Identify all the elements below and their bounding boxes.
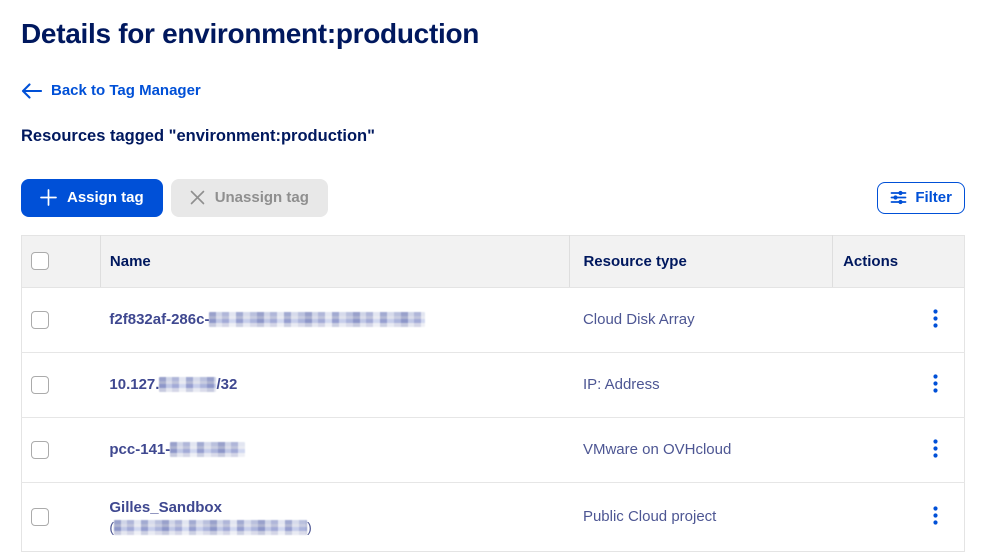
table-row: f2f832af-286c- Cloud Disk Array (22, 287, 965, 352)
select-all-checkbox[interactable] (31, 252, 49, 270)
column-header-name: Name (100, 235, 570, 287)
toolbar-left: Assign tag Unassign tag (21, 179, 328, 217)
table-row: Gilles_Sandbox () Public Cloud project (22, 482, 965, 551)
toolbar: Assign tag Unassign tag Fi (21, 179, 965, 217)
redacted-text (209, 312, 425, 327)
row-actions-menu-button[interactable] (927, 305, 944, 335)
row-actions-menu-button[interactable] (927, 435, 944, 465)
unassign-tag-button[interactable]: Unassign tag (171, 179, 328, 217)
column-header-resource-type: Resource type (570, 235, 833, 287)
resource-name: pcc-141- (109, 441, 245, 458)
assign-tag-label: Assign tag (67, 189, 144, 206)
filter-sliders-icon (890, 189, 907, 206)
resources-tagged-subtitle: Resources tagged "environment:production… (21, 127, 965, 146)
filter-label: Filter (915, 189, 952, 206)
row-checkbox[interactable] (31, 311, 49, 329)
arrow-left-icon (21, 83, 42, 99)
kebab-icon (933, 439, 938, 458)
redacted-text (159, 377, 216, 392)
resource-type: VMware on OVHcloud (583, 441, 731, 458)
header-select-all-cell (22, 235, 101, 287)
assign-tag-button[interactable]: Assign tag (21, 179, 163, 217)
resource-name: f2f832af-286c- (109, 311, 425, 328)
row-actions-menu-button[interactable] (927, 502, 944, 532)
resource-name-id: () (109, 519, 570, 535)
row-actions-menu-button[interactable] (927, 370, 944, 400)
page-title: Details for environment:production (21, 18, 965, 50)
back-link-label: Back to Tag Manager (51, 82, 201, 99)
redacted-text (170, 442, 245, 457)
table-row: pcc-141- VMware on OVHcloud (22, 417, 965, 482)
resource-type: Public Cloud project (583, 508, 716, 525)
tag-details-page: Details for environment:production Back … (0, 0, 982, 552)
redacted-text (114, 520, 307, 535)
column-header-actions: Actions (833, 235, 965, 287)
resource-type: Cloud Disk Array (583, 311, 695, 328)
row-checkbox[interactable] (31, 508, 49, 526)
resource-name: Gilles_Sandbox (109, 499, 570, 516)
kebab-icon (933, 374, 938, 393)
cross-icon (190, 190, 205, 205)
row-checkbox[interactable] (31, 376, 49, 394)
unassign-tag-label: Unassign tag (215, 189, 309, 206)
resource-type: IP: Address (583, 376, 660, 393)
kebab-icon (933, 506, 938, 525)
table-row: 10.127./32 IP: Address (22, 352, 965, 417)
resources-table: Name Resource type Actions f2f832af-286c… (21, 235, 965, 552)
kebab-icon (933, 309, 938, 328)
back-link[interactable]: Back to Tag Manager (21, 82, 201, 99)
row-checkbox[interactable] (31, 441, 49, 459)
plus-icon (40, 189, 57, 206)
filter-button[interactable]: Filter (877, 182, 965, 214)
resource-name: 10.127./32 (109, 376, 237, 393)
table-header: Name Resource type Actions (22, 235, 965, 287)
